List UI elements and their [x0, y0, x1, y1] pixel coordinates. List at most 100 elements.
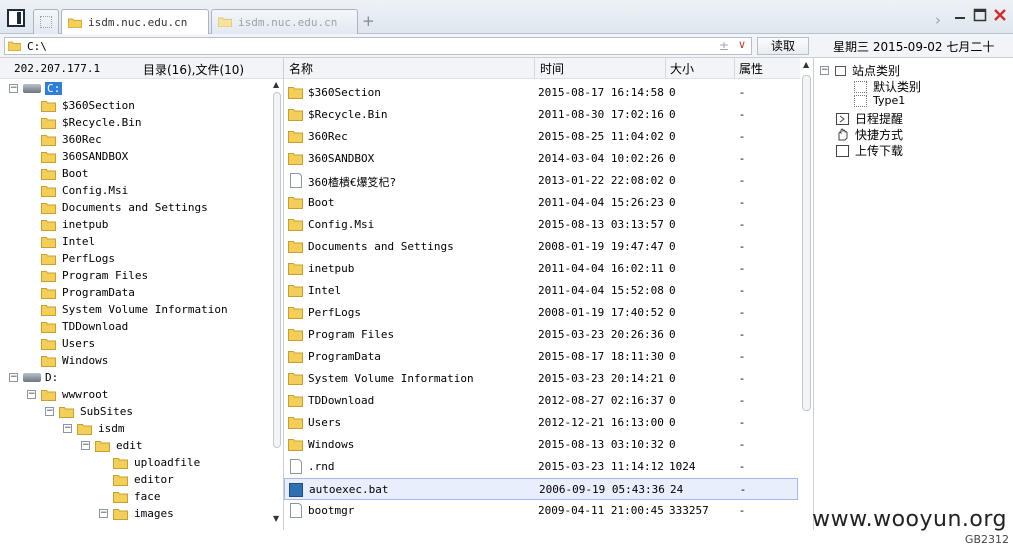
tab-active[interactable]: isdm.nuc.edu.cn	[61, 9, 209, 35]
file-row[interactable]: Windows 2015-08-13 03:10:32 0 -	[284, 434, 798, 456]
minimize-icon[interactable]	[953, 8, 967, 22]
collapse-icon[interactable]: −	[820, 66, 829, 75]
tree-folder[interactable]: 360SANDBOX	[41, 148, 128, 165]
file-list-scrollbar[interactable]: ▲	[800, 58, 813, 530]
tree-folder[interactable]: Program Files	[41, 267, 148, 284]
tree-label: SubSites	[80, 405, 133, 418]
collapse-icon[interactable]: −	[99, 509, 108, 518]
tree-label: 360Rec	[62, 133, 102, 146]
scroll-up-icon[interactable]: ▲	[273, 80, 279, 89]
file-row[interactable]: Boot 2011-04-04 15:26:23 0 -	[284, 192, 798, 214]
tree-scrollbar[interactable]: ▲ ▼	[271, 80, 283, 530]
col-time[interactable]: 时间	[540, 60, 564, 79]
tree-folder[interactable]: 360Rec	[41, 131, 102, 148]
tree-label: inetpub	[62, 218, 109, 231]
file-row[interactable]: PerfLogs 2008-01-19 17:40:52 0 -	[284, 302, 798, 324]
shortcuts-label: 快捷方式	[855, 128, 904, 142]
tree-folder[interactable]: edit	[95, 437, 143, 454]
file-row[interactable]: inetpub 2011-04-04 16:02:11 0 -	[284, 258, 798, 280]
col-attr[interactable]: 属性	[739, 60, 763, 79]
tree-folder[interactable]: Users	[41, 335, 95, 352]
tree-folder[interactable]: uploadfile	[113, 454, 200, 471]
schedule-reminder[interactable]: 日程提醒	[836, 110, 903, 127]
tree-folder[interactable]: Intel	[41, 233, 95, 250]
close-icon[interactable]	[993, 8, 1007, 22]
tree-folder[interactable]: System Volume Information	[41, 301, 228, 318]
tree-folder[interactable]: SubSites	[59, 403, 133, 420]
file-row[interactable]: 360SANDBOX 2014-03-04 10:02:26 0 -	[284, 148, 798, 170]
tree-folder[interactable]: images	[113, 505, 174, 522]
tree-folder[interactable]: Windows	[41, 352, 108, 369]
tree-folder[interactable]: isdm	[77, 420, 125, 437]
tree-drive[interactable]: D:	[23, 369, 58, 386]
upload-download[interactable]: 上传下载	[836, 142, 903, 159]
read-button[interactable]: 读取	[757, 37, 809, 55]
tree-folder[interactable]: ProgramData	[41, 284, 135, 301]
tree-folder[interactable]: $Recycle.Bin	[41, 114, 141, 131]
chevron-right-icon[interactable]: ›	[935, 11, 941, 29]
path-input[interactable]: C:\ ± ∨	[4, 37, 752, 55]
tree-folder[interactable]: Boot	[41, 165, 89, 182]
app-menu-icon[interactable]	[7, 9, 25, 27]
file-row[interactable]: Intel 2011-04-04 15:52:08 0 -	[284, 280, 798, 302]
chevron-down-icon[interactable]: ∨	[738, 38, 746, 51]
collapse-icon[interactable]: −	[81, 441, 90, 450]
folder-icon	[41, 168, 56, 180]
tab-blank[interactable]	[33, 9, 59, 34]
tree-folder[interactable]: PerfLogs	[41, 250, 115, 267]
file-row[interactable]: Documents and Settings 2008-01-19 19:47:4…	[284, 236, 798, 258]
file-row[interactable]: System Volume Information 2015-03-23 20:1…	[284, 368, 798, 390]
tab-inactive[interactable]: isdm.nuc.edu.cn	[211, 9, 358, 34]
file-row[interactable]: bootmgr 2009-04-11 21:00:45 333257 -	[284, 500, 798, 522]
file-row[interactable]: Config.Msi 2015-08-13 03:13:57 0 -	[284, 214, 798, 236]
col-name[interactable]: 名称	[289, 60, 313, 79]
tree-scroll-thumb[interactable]	[273, 92, 281, 448]
file-row[interactable]: Users 2012-12-21 16:13:00 0 -	[284, 412, 798, 434]
collapse-icon[interactable]: −	[9, 84, 18, 93]
file-row[interactable]: autoexec.bat 2006-09-19 05:43:36 24 -	[284, 478, 798, 500]
collapse-icon[interactable]: −	[63, 424, 72, 433]
collapse-icon[interactable]: −	[45, 407, 54, 416]
category-type1[interactable]: Type1	[854, 94, 905, 107]
file-row[interactable]: 360楂樻€爆笅杞? 2013-01-22 22:08:02 0 -	[284, 170, 798, 192]
folder-icon	[41, 253, 56, 265]
file-row[interactable]: $Recycle.Bin 2011-08-30 17:02:16 0 -	[284, 104, 798, 126]
tree-folder[interactable]: inetpub	[41, 216, 108, 233]
tree-folder[interactable]: Documents and Settings	[41, 199, 208, 216]
tree-drive[interactable]: C:	[23, 80, 63, 97]
file-time: 2015-03-23 20:14:21	[538, 372, 664, 385]
file-row[interactable]: TDDownload 2012-08-27 02:16:37 0 -	[284, 390, 798, 412]
file-row[interactable]: $360Section 2015-08-17 16:14:58 0 -	[284, 82, 798, 104]
tree-folder[interactable]: TDDownload	[41, 318, 128, 335]
collapse-icon[interactable]: −	[27, 390, 36, 399]
tree-label: $Recycle.Bin	[62, 116, 142, 129]
scroll-down-icon[interactable]: ▼	[273, 514, 279, 523]
file-row[interactable]: ProgramData 2015-08-17 18:11:30 0 -	[284, 346, 798, 368]
collapse-icon[interactable]: −	[9, 373, 18, 382]
file-attr: -	[740, 460, 744, 473]
shortcuts[interactable]: 快捷方式	[836, 126, 903, 143]
category-root[interactable]: − 站点类别	[820, 62, 900, 79]
category-default[interactable]: 默认类别	[854, 78, 921, 95]
scroll-up-icon[interactable]: ▲	[803, 60, 809, 69]
new-tab-button[interactable]: +	[362, 12, 375, 30]
file-size: 1024	[669, 460, 696, 473]
pin-icon[interactable]: ±	[719, 39, 729, 53]
file-size: 0	[669, 394, 676, 407]
file-attr: -	[740, 218, 744, 231]
tree-folder[interactable]: Config.Msi	[41, 182, 128, 199]
col-size[interactable]: 大小	[670, 60, 694, 79]
tree-folder[interactable]: face	[113, 488, 161, 505]
file-row[interactable]: 360Rec 2015-08-25 11:04:02 0 -	[284, 126, 798, 148]
tree-folder[interactable]: editor	[113, 471, 174, 488]
folder-icon	[288, 263, 303, 275]
file-row[interactable]: .rnd 2015-03-23 11:14:12 1024 -	[284, 456, 798, 478]
file-row[interactable]: Program Files 2015-03-23 20:26:36 0 -	[284, 324, 798, 346]
file-list-scroll-thumb[interactable]	[802, 75, 811, 411]
tree-folder[interactable]: $360Section	[41, 97, 135, 114]
file-time: 2011-04-04 16:02:11	[538, 262, 664, 275]
file-size: 0	[669, 416, 676, 429]
tree-folder[interactable]: wwwroot	[41, 386, 108, 403]
maximize-icon[interactable]	[973, 8, 987, 22]
file-time: 2011-08-30 17:02:16	[538, 108, 664, 121]
